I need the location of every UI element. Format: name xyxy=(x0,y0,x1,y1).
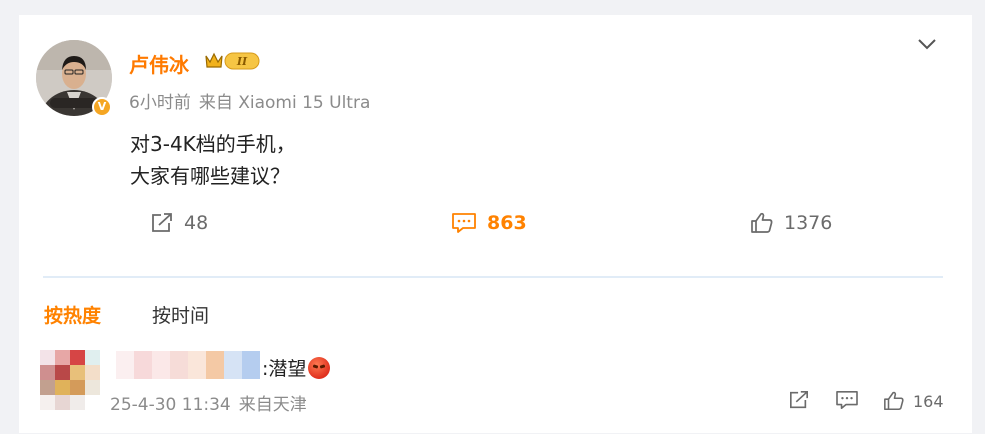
post-time[interactable]: 6小时前 xyxy=(129,93,191,113)
like-count: 1376 xyxy=(784,212,833,234)
repost-button[interactable]: 48 xyxy=(150,209,208,237)
like-button[interactable]: 1376 xyxy=(750,209,832,237)
comment-like-count: 164 xyxy=(913,391,944,411)
comment-source: 来自天津 xyxy=(238,395,307,415)
comment-reply-button[interactable] xyxy=(835,390,859,410)
comment-count: 863 xyxy=(487,212,527,234)
level-badge-text: II xyxy=(236,55,248,68)
comment-icon xyxy=(452,213,476,233)
comment-button[interactable]: 863 xyxy=(451,209,527,237)
angry-face-emoji-icon xyxy=(308,356,331,379)
comments-divider xyxy=(43,276,943,278)
comment-like-button[interactable]: 164 xyxy=(883,390,944,412)
verified-badge: V xyxy=(92,97,112,117)
chevron-down-icon[interactable] xyxy=(916,36,938,52)
member-level-badge[interactable]: II xyxy=(203,50,261,72)
thumbs-up-icon xyxy=(751,212,773,233)
commenter-name-blurred[interactable] xyxy=(116,351,260,379)
comment-repost-button[interactable] xyxy=(788,390,810,410)
comment-time: 25-4-30 11:34 xyxy=(110,395,231,415)
page-top-strip xyxy=(0,0,985,10)
post-text-line: 大家有哪些建议？ xyxy=(130,164,290,188)
comment-icon xyxy=(836,391,858,409)
comment-meta: 25-4-30 11:34 来自天津 xyxy=(110,390,307,415)
repost-icon xyxy=(152,213,172,232)
repost-count: 48 xyxy=(184,212,209,234)
comment-text: :潜望 xyxy=(262,354,331,381)
sort-by-hot-tab[interactable]: 按热度 xyxy=(44,301,101,328)
commenter-avatar[interactable] xyxy=(40,350,100,410)
comment-text-content: :潜望 xyxy=(262,358,307,380)
post-source: 来自 Xiaomi 15 Ultra xyxy=(198,93,371,113)
author-name[interactable]: 卢伟冰 xyxy=(129,49,189,78)
repost-icon xyxy=(790,391,808,409)
thumbs-up-icon xyxy=(884,391,904,411)
post-text-line: 对3-4K档的手机， xyxy=(130,132,296,156)
sort-by-time-tab[interactable]: 按时间 xyxy=(152,301,209,328)
post-text: 对3-4K档的手机， 大家有哪些建议？ xyxy=(130,128,296,192)
post-meta: 6小时前 来自 Xiaomi 15 Ultra xyxy=(129,88,370,113)
